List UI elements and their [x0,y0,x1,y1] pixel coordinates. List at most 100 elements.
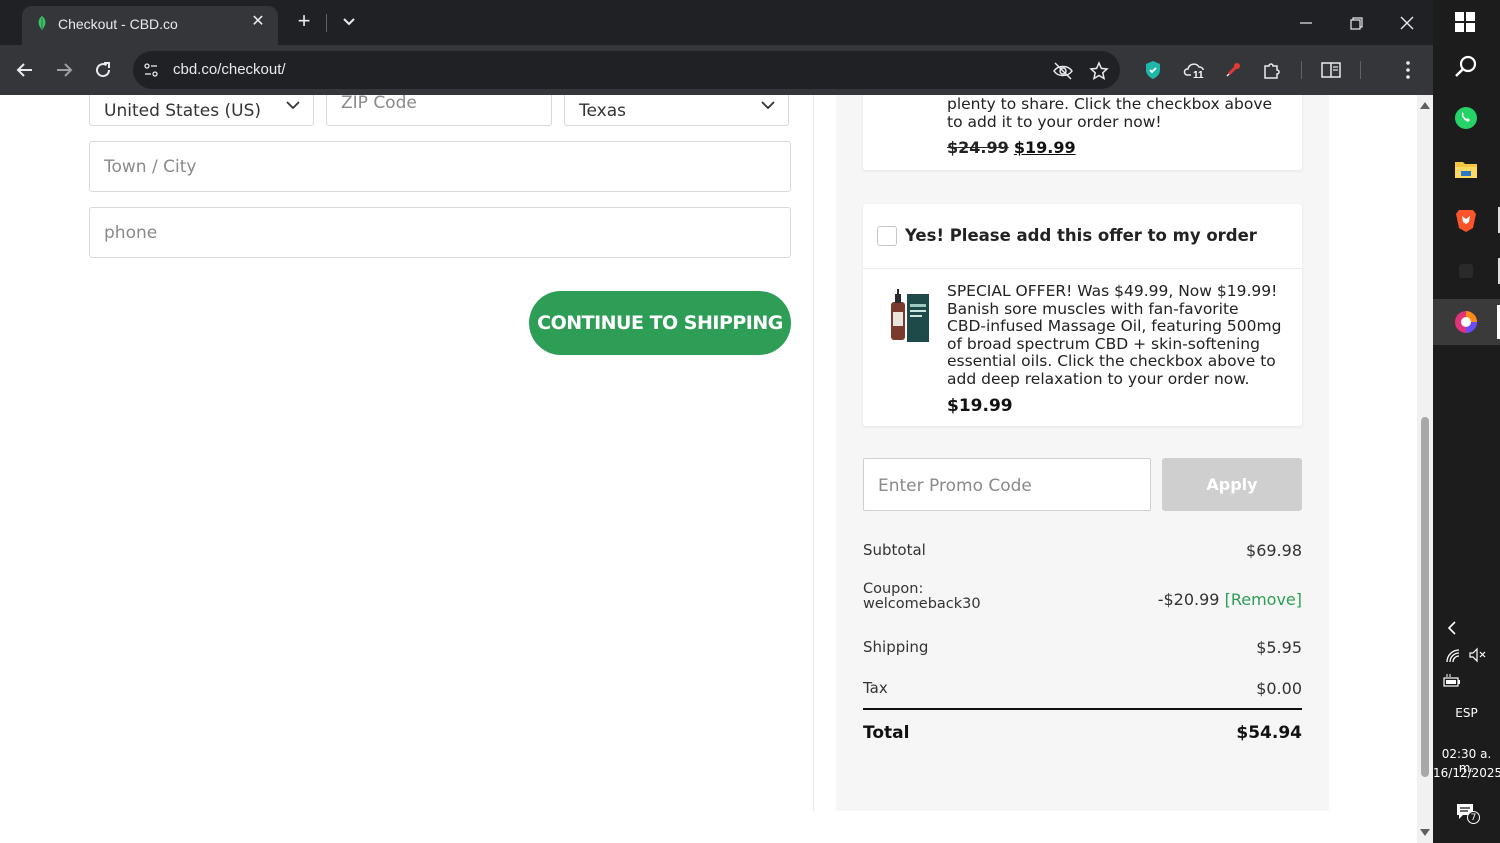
offer-desc-line: to add it to your order now! [947,112,1162,131]
offer-desc-line: plenty to share. Click the checkbox abov… [947,95,1273,113]
massage-oil-offer-card: Yes! Please add this offer to my order S… [863,204,1302,426]
upsell-offer-card: plenty to share. Click the checkbox abov… [863,95,1302,170]
chevron-left-icon[interactable] [1445,620,1459,636]
taskbar-whatsapp[interactable] [1433,95,1500,141]
site-info-icon[interactable] [143,62,159,78]
pin-extension-icon[interactable] [1221,58,1245,82]
country-value: United States (US) [104,101,262,121]
extensions-puzzle-icon[interactable] [1260,58,1284,82]
scroll-up-icon[interactable] [1419,100,1431,110]
offer-description: plenty to share. Click the checkbox abov… [947,95,1292,131]
counter-extension[interactable]: 11 [1182,58,1210,84]
reload-icon[interactable] [91,58,115,82]
shipping-label: Shipping [863,638,929,656]
column-divider [813,95,814,811]
wifi-icon[interactable] [1445,648,1461,664]
tab-close-icon[interactable]: ✕ [248,12,268,32]
folder-icon [1455,162,1477,178]
massage-oil-product-image [891,289,929,342]
forward-icon[interactable] [52,58,76,82]
total-label: Total [863,723,910,743]
address-bar[interactable]: cbd.co/checkout/ [133,51,1120,89]
add-offer-checkbox[interactable] [877,226,897,246]
coupon-row: Coupon: welcomeback30 -$20.99 [Remove] [863,582,1302,616]
offer-price: $19.99 [947,396,1013,416]
language-indicator[interactable]: ESP [1433,706,1500,720]
bookmark-star-icon[interactable] [1088,60,1110,82]
extension-badge: 11 [1191,70,1206,81]
notification-badge: 7 [1467,811,1480,824]
total-value: $54.94 [1236,723,1302,743]
offer-desc-line: CBD-infused Massage Oil, featuring 500mg [947,317,1282,336]
browser-toolbar: cbd.co/checkout/ 11 [0,45,1433,95]
offer-desc-line: of broad spectrum CBD + skin-softening [947,334,1260,353]
shield-extension-icon[interactable] [1141,58,1165,82]
notification-center[interactable]: 7 [1455,801,1485,829]
eye-off-icon[interactable] [1052,60,1074,82]
subtotal-label: Subtotal [863,541,926,559]
order-summary-sidebar: plenty to share. Click the checkbox abov… [836,95,1329,811]
battery-icon[interactable] [1442,673,1462,689]
offer-price: $24.99 $19.99 [947,138,1076,157]
apply-promo-button[interactable]: Apply [1162,458,1302,511]
url-text: cbd.co/checkout/ [173,61,286,78]
tax-label: Tax [863,679,888,697]
taskbar-file-explorer[interactable] [1433,146,1500,192]
start-button[interactable] [1433,0,1500,46]
brave-lion-icon [1456,210,1476,232]
promo-code-input[interactable]: Enter Promo Code [863,458,1151,511]
tax-value: $0.00 [1256,679,1302,698]
subtotal-value: $69.98 [1246,541,1302,560]
coupon-value-block: -$20.99 [Remove] [1158,590,1302,609]
tab-divider [326,14,327,32]
remove-coupon-link[interactable]: [Remove] [1225,590,1302,609]
offer-divider [863,268,1302,269]
state-select[interactable]: Texas [564,95,789,126]
minimize-icon[interactable] [1291,8,1321,38]
continue-to-shipping-button[interactable]: CONTINUE TO SHIPPING [529,291,791,355]
page-scrollbar[interactable] [1417,95,1433,843]
back-icon[interactable] [13,58,37,82]
scroll-down-icon[interactable] [1419,828,1431,838]
phone-placeholder: phone [104,223,158,243]
windows-logo-icon [1455,12,1475,32]
chevron-down-icon [286,101,300,110]
zip-placeholder: ZIP Code [341,95,417,113]
new-price: $19.99 [1013,138,1076,157]
subtotal-row: Subtotal $69.98 [863,541,1302,561]
total-row: Total $54.94 [863,723,1302,745]
clock-date[interactable]: 16/12/2025 [1433,766,1500,780]
offer-description: SPECIAL OFFER! Was $49.99, Now $19.99! B… [947,282,1292,389]
tab-search-icon[interactable] [338,10,360,34]
browser-tabstrip: Checkout - CBD.co ✕ + [0,0,1433,45]
browser-tab[interactable]: Checkout - CBD.co ✕ [22,6,278,45]
cbd-leaf-icon [38,16,46,30]
city-field[interactable]: Town / City [89,141,791,192]
reading-mode-icon[interactable] [1319,58,1343,82]
city-placeholder: Town / City [104,157,197,177]
speaker-muted-icon[interactable] [1468,647,1486,663]
windows-taskbar: ESP 02:30 a. m. 16/12/2025 7 [1433,0,1500,843]
offer-desc-line: add deep relaxation to your order now. [947,369,1250,388]
taskbar-app-dim[interactable] [1433,248,1500,294]
phone-field[interactable]: phone [89,207,791,258]
tab-title: Checkout - CBD.co [58,16,178,32]
taskbar-chrome-active[interactable] [1433,299,1500,345]
close-window-icon[interactable] [1392,8,1422,38]
country-select[interactable]: United States (US) [89,95,314,126]
add-offer-label[interactable]: Yes! Please add this offer to my order [905,226,1257,245]
restore-icon[interactable] [1341,8,1371,38]
taskbar-brave[interactable] [1433,197,1500,243]
scroll-thumb[interactable] [1421,417,1429,777]
old-price: $24.99 [947,138,1009,157]
offer-desc-line: Banish sore muscles with fan-favorite [947,299,1239,318]
menu-dots-icon[interactable] [1396,58,1420,82]
new-tab-icon[interactable]: + [292,10,316,34]
app-icon [1459,264,1473,278]
toolbar-divider [1360,61,1361,79]
colorful-app-icon [1455,311,1477,333]
search-button[interactable] [1433,44,1500,90]
coupon-value: -$20.99 [1157,590,1220,609]
screen: Checkout - CBD.co ✕ + cbd.co/checkout/ 1… [0,0,1500,843]
zip-field[interactable]: ZIP Code [326,95,552,126]
